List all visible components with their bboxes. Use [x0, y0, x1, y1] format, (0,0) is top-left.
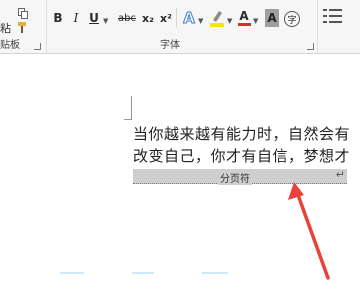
strikethrough-label: abc — [118, 12, 136, 24]
page-break-label: 分页符 — [218, 170, 252, 185]
font-group-label: 字体 — [160, 40, 180, 51]
decorative-footer-strip — [40, 262, 310, 280]
text-effects-button[interactable]: A — [181, 9, 197, 28]
subscript-button[interactable]: x₂ — [140, 9, 156, 27]
underline-dropdown-icon[interactable]: ▼ — [103, 17, 108, 25]
underline-label: U — [89, 11, 99, 25]
strikethrough-button[interactable]: abc — [116, 9, 138, 27]
clipboard-group-label: 贴板 — [0, 40, 20, 51]
highlight-button[interactable] — [209, 8, 225, 28]
ribbon-toolbar: 粘 贴板 B I U ▼ abc x₂ x² A ▼ ▼ A ▼ A 字 字体 — [0, 0, 360, 54]
superscript-label: x² — [160, 11, 172, 25]
underline-button[interactable]: U — [87, 9, 101, 27]
font-group: B I U ▼ abc x₂ x² A ▼ ▼ A ▼ A 字 字体 — [47, 0, 318, 53]
enclose-characters-button[interactable]: 字 — [284, 11, 300, 27]
font-color-button[interactable]: A — [237, 9, 251, 27]
paste-button[interactable]: 粘 — [0, 20, 11, 36]
character-shading-label: A — [267, 11, 277, 25]
format-painter-icon[interactable] — [18, 18, 28, 33]
text-effects-label: A — [183, 9, 196, 28]
page-margin-mark — [124, 96, 132, 120]
list-icon[interactable] — [322, 6, 344, 28]
paragraph-group — [318, 0, 360, 53]
clipboard-launcher-icon[interactable] — [34, 43, 41, 50]
text-effects-dropdown-icon[interactable]: ▼ — [198, 17, 203, 25]
font-color-swatch — [237, 23, 251, 26]
italic-button[interactable]: I — [69, 9, 83, 27]
character-shading-button[interactable]: A — [265, 9, 279, 27]
font-launcher-icon[interactable] — [307, 43, 314, 50]
toolbar-separator — [176, 8, 177, 28]
clipboard-group: 粘 贴板 — [0, 0, 47, 53]
superscript-button[interactable]: x² — [158, 9, 174, 27]
enclose-characters-label: 字 — [287, 15, 297, 26]
highlight-dropdown-icon[interactable]: ▼ — [227, 17, 232, 25]
subscript-label: x₂ — [142, 11, 154, 25]
bold-label: B — [53, 11, 63, 25]
copy-icon[interactable] — [18, 4, 28, 19]
body-text-line-1[interactable]: 当你越来越有能力时，自然会有 — [133, 123, 350, 144]
body-text-line-2[interactable]: 改变自己，你才有自信，梦想才 — [133, 145, 350, 166]
font-color-label: A — [239, 9, 249, 23]
font-color-dropdown-icon[interactable]: ▼ — [253, 17, 258, 25]
bold-button[interactable]: B — [51, 9, 65, 27]
highlighter-icon — [210, 11, 224, 27]
italic-label: I — [73, 11, 79, 25]
